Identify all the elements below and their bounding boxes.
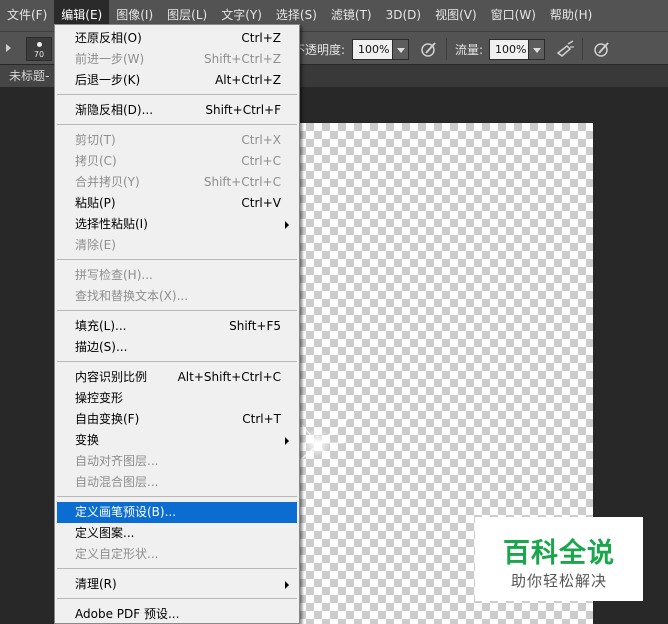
opacity-dropdown-button[interactable]: [392, 39, 409, 60]
menu-3d[interactable]: 3D(D): [379, 0, 428, 31]
submenu-arrow-icon: [285, 221, 289, 229]
menu-window[interactable]: 窗口(W): [484, 0, 543, 31]
flow-input[interactable]: 100%: [489, 39, 531, 60]
brush-preset-picker[interactable]: 70: [26, 37, 52, 61]
menu-item-adobe-pdf-presets[interactable]: Adobe PDF 预设...: [57, 604, 297, 623]
watermark-subtitle: 助你轻松解决: [510, 572, 607, 590]
menu-item-undo[interactable]: 还原反相(O) Ctrl+Z: [57, 28, 297, 49]
watermark-logo: 百科全说 助你轻松解决: [475, 517, 643, 601]
menu-help[interactable]: 帮助(H): [543, 0, 599, 31]
menu-separator: [57, 259, 297, 260]
menu-view[interactable]: 视图(V): [428, 0, 484, 31]
options-divider: [446, 38, 447, 60]
menu-filter[interactable]: 滤镜(T): [324, 0, 379, 31]
menu-separator: [57, 310, 297, 311]
pressure-opacity-icon[interactable]: [419, 38, 439, 60]
menu-item-step-forward[interactable]: 前进一步(W) Shift+Ctrl+Z: [57, 49, 297, 70]
submenu-arrow-icon: [285, 581, 289, 589]
menu-item-paste-special[interactable]: 选择性粘贴(I): [57, 214, 297, 235]
menu-separator: [57, 124, 297, 125]
menu-file[interactable]: 文件(F): [0, 0, 54, 31]
menu-item-fade[interactable]: 渐隐反相(D)... Shift+Ctrl+F: [57, 100, 297, 121]
menu-item-copy-merged[interactable]: 合并拷贝(Y) Shift+Ctrl+C: [57, 172, 297, 193]
menu-separator: [57, 598, 297, 599]
menu-item-define-custom-shape[interactable]: 定义自定形状...: [57, 544, 297, 565]
opacity-label: 不透明度:: [293, 43, 346, 57]
menu-item-check-spelling[interactable]: 拼写检查(H)...: [57, 265, 297, 286]
menu-item-puppet-warp[interactable]: 操控变形: [57, 388, 297, 409]
menu-separator: [57, 94, 297, 95]
menu-item-fill[interactable]: 填充(L)... Shift+F5: [57, 316, 297, 337]
menu-item-stroke[interactable]: 描边(S)...: [57, 337, 297, 358]
menu-item-clear[interactable]: 清除(E): [57, 235, 297, 256]
menu-separator: [57, 496, 297, 497]
menu-item-transform[interactable]: 变换: [57, 430, 297, 451]
menu-separator: [57, 361, 297, 362]
menu-item-step-backward[interactable]: 后退一步(K) Alt+Ctrl+Z: [57, 70, 297, 91]
menu-item-purge[interactable]: 清理(R): [57, 574, 297, 595]
menu-item-auto-align-layers[interactable]: 自动对齐图层...: [57, 451, 297, 472]
menu-item-free-transform[interactable]: 自由变换(F) Ctrl+T: [57, 409, 297, 430]
menu-item-copy[interactable]: 拷贝(C) Ctrl+C: [57, 151, 297, 172]
airbrush-icon[interactable]: [555, 38, 575, 60]
menu-item-paste[interactable]: 粘贴(P) Ctrl+V: [57, 193, 297, 214]
document-tab[interactable]: 未标题-: [0, 65, 60, 87]
watermark-title: 百科全说: [503, 538, 615, 569]
sparkle-brush-stroke: [292, 412, 355, 464]
flow-dropdown-button[interactable]: [528, 39, 545, 60]
menu-item-auto-blend-layers[interactable]: 自动混合图层...: [57, 472, 297, 493]
menu-item-define-pattern[interactable]: 定义图案...: [57, 523, 297, 544]
submenu-arrow-icon: [285, 437, 289, 445]
edit-dropdown-menu: 还原反相(O) Ctrl+Z 前进一步(W) Shift+Ctrl+Z 后退一步(K…: [54, 24, 300, 624]
menu-item-define-brush-preset[interactable]: 定义画笔预设(B)...: [57, 502, 297, 523]
brush-size-value: 70: [33, 50, 45, 59]
options-divider-2: [582, 38, 583, 60]
tool-preset-arrow-icon[interactable]: [6, 44, 11, 52]
menu-item-cut[interactable]: 剪切(T) Ctrl+X: [57, 130, 297, 151]
brush-tip-icon: [37, 42, 42, 47]
flow-label: 流量:: [455, 43, 484, 57]
menu-item-content-aware-scale[interactable]: 内容识别比例 Alt+Shift+Ctrl+C: [57, 367, 297, 388]
opacity-input[interactable]: 100%: [352, 39, 394, 60]
menu-separator: [57, 568, 297, 569]
pressure-size-icon[interactable]: [592, 38, 612, 60]
menu-item-find-replace[interactable]: 查找和替换文本(X)...: [57, 286, 297, 307]
